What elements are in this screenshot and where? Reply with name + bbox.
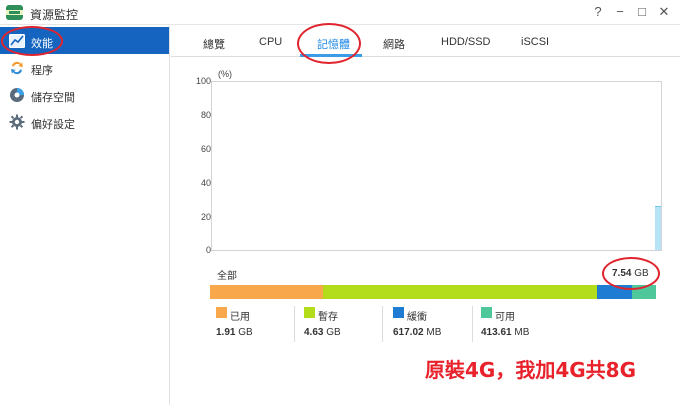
sidebar-item-processes[interactable]: 程序 xyxy=(0,54,169,81)
resource-monitor-app-icon xyxy=(6,5,23,20)
y-axis-label: (%) xyxy=(218,69,232,79)
tab-hdd-ssd[interactable]: HDD/SSD xyxy=(441,36,491,48)
segment-used xyxy=(210,285,323,299)
tab-network[interactable]: 網路 xyxy=(383,36,405,52)
divider xyxy=(294,306,295,342)
legend-name: 已用 xyxy=(230,312,250,323)
legend-swatch xyxy=(481,307,492,318)
process-icon xyxy=(11,61,23,75)
window-title: 資源監控 xyxy=(30,8,79,22)
divider xyxy=(382,306,383,342)
sidebar-item-preferences[interactable]: 偏好設定 xyxy=(0,108,169,135)
annotation-text: 原裝4G，我加4G共8G xyxy=(425,358,636,382)
y-tick-label: 60 xyxy=(200,144,211,154)
minimize-button[interactable]: − xyxy=(611,4,629,20)
tab-bar: 總覽 CPU 記憶體 網路 HDD/SSD iSCSI xyxy=(171,26,680,57)
title-bar: 資源監控 ? − □ ✕ xyxy=(0,0,680,25)
tab-overview[interactable]: 總覽 xyxy=(203,36,225,52)
help-button[interactable]: ? xyxy=(589,4,607,20)
legend-name: 可用 xyxy=(495,312,515,323)
memory-breakdown-bar xyxy=(210,285,656,299)
legend-name: 暫存 xyxy=(318,312,338,323)
divider xyxy=(472,306,473,342)
y-tick-label: 80 xyxy=(200,110,211,120)
gear-icon xyxy=(9,114,25,130)
legend-swatch xyxy=(393,307,404,318)
legend-value: 617.02 MB xyxy=(393,327,442,338)
tab-cpu[interactable]: CPU xyxy=(259,36,282,48)
legend-swatch xyxy=(216,307,227,318)
legend-value: 1.91 GB xyxy=(216,327,253,338)
memory-usage-plot xyxy=(211,81,662,251)
legend-value: 4.63 GB xyxy=(304,327,341,338)
tab-iscsi[interactable]: iSCSI xyxy=(521,36,549,48)
legend-swatch xyxy=(304,307,315,318)
total-label: 全部 xyxy=(217,271,237,282)
memory-usage-area xyxy=(655,206,661,250)
segment-cached xyxy=(322,285,597,299)
sidebar-item-label: 儲存空間 xyxy=(31,92,75,104)
y-tick-label: 100 xyxy=(195,76,211,86)
y-tick-label: 20 xyxy=(200,212,211,222)
close-button[interactable]: ✕ xyxy=(655,4,673,20)
legend-value: 413.61 MB xyxy=(481,327,530,338)
legend-name: 緩衝 xyxy=(407,312,427,323)
storage-icon xyxy=(10,88,24,102)
maximize-button[interactable]: □ xyxy=(633,4,651,20)
annotation-circle-total xyxy=(602,257,660,290)
annotation-circle-memory-tab xyxy=(297,23,361,64)
sidebar-item-storage[interactable]: 儲存空間 xyxy=(0,81,169,108)
y-tick-label: 0 xyxy=(205,245,211,255)
annotation-circle-performance xyxy=(1,26,63,56)
sidebar: 效能 程序 儲存空間 偏好設定 xyxy=(0,26,170,405)
y-tick-label: 40 xyxy=(200,178,211,188)
sidebar-item-label: 程序 xyxy=(31,65,53,77)
sidebar-item-label: 偏好設定 xyxy=(31,119,75,131)
